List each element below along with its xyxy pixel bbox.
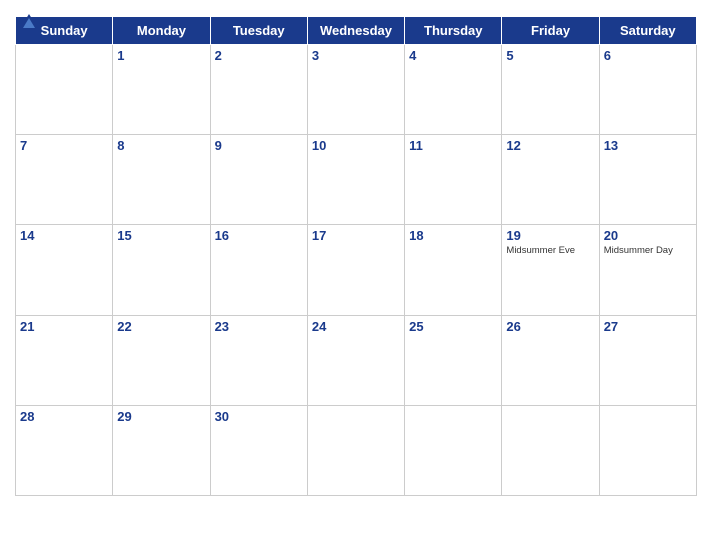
- day-number: 14: [20, 228, 108, 243]
- weekday-header-wednesday: Wednesday: [307, 17, 404, 45]
- calendar-cell: 30: [210, 405, 307, 495]
- calendar-cell: 11: [405, 135, 502, 225]
- day-number: 7: [20, 138, 108, 153]
- logo-icon: [15, 10, 43, 38]
- calendar-cell: 13: [599, 135, 696, 225]
- weekday-header-tuesday: Tuesday: [210, 17, 307, 45]
- day-number: 11: [409, 138, 497, 153]
- day-number: 2: [215, 48, 303, 63]
- calendar-cell: 8: [113, 135, 210, 225]
- calendar-cell: 1: [113, 45, 210, 135]
- weekday-header-thursday: Thursday: [405, 17, 502, 45]
- day-number: 30: [215, 409, 303, 424]
- calendar-cell: 10: [307, 135, 404, 225]
- day-number: 12: [506, 138, 594, 153]
- day-number: 5: [506, 48, 594, 63]
- calendar-cell: 26: [502, 315, 599, 405]
- day-number: 9: [215, 138, 303, 153]
- calendar-cell: 2: [210, 45, 307, 135]
- calendar-cell: 24: [307, 315, 404, 405]
- day-number: 21: [20, 319, 108, 334]
- day-number: 28: [20, 409, 108, 424]
- day-number: 18: [409, 228, 497, 243]
- calendar-week-row: 123456: [16, 45, 697, 135]
- event-label: Midsummer Eve: [506, 245, 594, 257]
- day-number: 29: [117, 409, 205, 424]
- day-number: 22: [117, 319, 205, 334]
- day-number: 13: [604, 138, 692, 153]
- calendar-cell: 28: [16, 405, 113, 495]
- calendar-cell: 18: [405, 225, 502, 315]
- calendar-cell: 14: [16, 225, 113, 315]
- day-number: 27: [604, 319, 692, 334]
- logo: [15, 10, 47, 38]
- calendar-cell: 27: [599, 315, 696, 405]
- day-number: 25: [409, 319, 497, 334]
- calendar-week-row: 14 15 16 17 18 19 Midsummer Eve 20 Midsummer Day: [16, 225, 697, 315]
- calendar-cell: 23: [210, 315, 307, 405]
- calendar-cell: 16: [210, 225, 307, 315]
- day-number: 20: [604, 228, 692, 243]
- calendar-cell: [502, 405, 599, 495]
- day-number: 10: [312, 138, 400, 153]
- calendar-cell: 19 Midsummer Eve: [502, 225, 599, 315]
- calendar-cell: 20 Midsummer Day: [599, 225, 696, 315]
- day-number: 19: [506, 228, 594, 243]
- calendar-cell: 6: [599, 45, 696, 135]
- day-number: 23: [215, 319, 303, 334]
- calendar-cell: 5: [502, 45, 599, 135]
- weekday-header-monday: Monday: [113, 17, 210, 45]
- weekday-header-saturday: Saturday: [599, 17, 696, 45]
- weekday-header-row: SundayMondayTuesdayWednesdayThursdayFrid…: [16, 17, 697, 45]
- event-label: Midsummer Day: [604, 245, 692, 257]
- calendar-cell: 22: [113, 315, 210, 405]
- day-number: 6: [604, 48, 692, 63]
- calendar-container: SundayMondayTuesdayWednesdayThursdayFrid…: [0, 0, 712, 550]
- calendar-cell: 29: [113, 405, 210, 495]
- calendar-cell: [307, 405, 404, 495]
- calendar-cell: [599, 405, 696, 495]
- calendar-cell: [16, 45, 113, 135]
- calendar-cell: 7: [16, 135, 113, 225]
- calendar-week-row: 789 10 11 12 13: [16, 135, 697, 225]
- day-number: 8: [117, 138, 205, 153]
- day-number: 16: [215, 228, 303, 243]
- calendar-cell: 21: [16, 315, 113, 405]
- day-number: 3: [312, 48, 400, 63]
- calendar-cell: 9: [210, 135, 307, 225]
- day-number: 15: [117, 228, 205, 243]
- calendar-week-row: 28 29 30: [16, 405, 697, 495]
- calendar-cell: [405, 405, 502, 495]
- day-number: 1: [117, 48, 205, 63]
- day-number: 17: [312, 228, 400, 243]
- calendar-cell: 4: [405, 45, 502, 135]
- calendar-cell: 3: [307, 45, 404, 135]
- calendar-week-row: 21 22 23 24 25 26 27: [16, 315, 697, 405]
- weekday-header-friday: Friday: [502, 17, 599, 45]
- calendar-cell: 17: [307, 225, 404, 315]
- day-number: 24: [312, 319, 400, 334]
- day-number: 26: [506, 319, 594, 334]
- day-number: 4: [409, 48, 497, 63]
- calendar-cell: 12: [502, 135, 599, 225]
- calendar-table: SundayMondayTuesdayWednesdayThursdayFrid…: [15, 16, 697, 496]
- calendar-cell: 25: [405, 315, 502, 405]
- calendar-cell: 15: [113, 225, 210, 315]
